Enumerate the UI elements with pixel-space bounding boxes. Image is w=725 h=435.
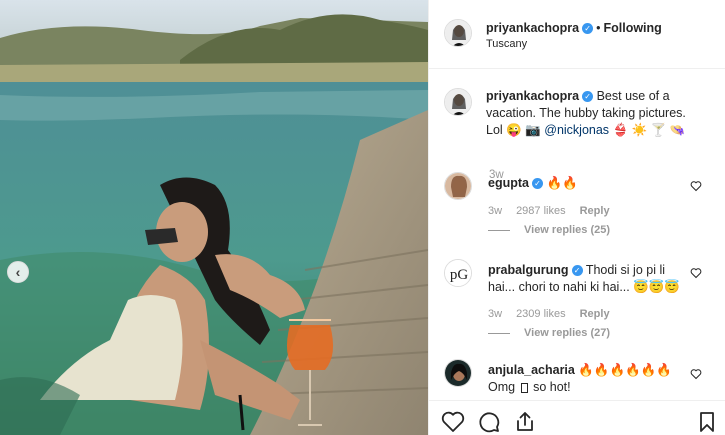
verified-badge-icon: ✓ <box>582 91 594 103</box>
commenter-username[interactable]: egupta <box>488 176 529 190</box>
comment-timestamp[interactable]: 3w <box>488 205 502 217</box>
unsupported-glyph-box <box>520 382 528 393</box>
comment-meta: 3w 2987 likes Reply <box>488 205 624 217</box>
view-replies-button[interactable]: View replies (25) <box>488 224 610 236</box>
comment-likes[interactable]: 2309 likes <box>516 308 566 320</box>
caption-emojis: 👙 ☀️ 🍸 👒 <box>612 123 686 137</box>
verified-badge-icon: ✓ <box>571 265 583 277</box>
carousel-prev-button[interactable]: ‹ <box>7 261 29 283</box>
caption-mention-link[interactable]: @nickjonas <box>544 123 609 137</box>
comment-timestamp[interactable]: 3w <box>488 308 502 320</box>
verified-badge-icon: ✓ <box>531 178 543 190</box>
comment-like-heart-icon[interactable] <box>690 368 702 380</box>
comment-like-heart-icon[interactable] <box>690 180 702 192</box>
view-replies-line <box>488 332 510 334</box>
header-username-row: priyankachopra ✓ • Following <box>486 21 662 35</box>
post-actions-bar <box>429 400 725 435</box>
caption-username[interactable]: priyankachopra <box>486 89 579 103</box>
post-header: priyankachopra ✓ • Following Tuscany <box>429 0 725 69</box>
comments-section: priyankachopra ✓ Best use of a vacation. … <box>429 70 725 400</box>
heart-icon[interactable] <box>441 410 465 434</box>
comment-meta: 3w 2309 likes Reply <box>488 308 624 320</box>
commenter-avatar[interactable] <box>444 359 472 387</box>
author-avatar[interactable] <box>444 19 472 47</box>
pool-photo-illustration <box>0 0 428 435</box>
view-replies-label: View replies (27) <box>524 327 611 339</box>
comment-text: egupta ✓ 🔥🔥 <box>488 175 684 192</box>
commenter-username[interactable]: prabalgurung <box>488 263 569 277</box>
share-icon[interactable] <box>513 410 537 434</box>
following-button[interactable]: Following <box>603 21 661 35</box>
commenter-avatar[interactable]: pG <box>444 259 472 287</box>
comment-body: 🔥🔥 <box>546 176 578 190</box>
view-replies-button[interactable]: View replies (27) <box>488 327 610 339</box>
reply-button[interactable]: Reply <box>580 205 610 217</box>
comment-icon[interactable] <box>477 410 501 434</box>
comment-body: 🔥🔥🔥🔥🔥🔥 <box>578 363 672 377</box>
svg-text:pG: pG <box>450 267 469 283</box>
comment-likes[interactable]: 2987 likes <box>516 205 566 217</box>
post-location[interactable]: Tuscany <box>486 38 527 50</box>
post-photo[interactable]: ‹ <box>0 0 428 435</box>
comment-body-line2: Omg <box>488 380 516 394</box>
comment-text: anjula_acharia 🔥🔥🔥🔥🔥🔥 Omg so hot! <box>488 362 684 396</box>
comment-text: prabalgurung ✓ Thodi si jo pi li hai... c… <box>488 262 684 296</box>
chevron-left-icon: ‹ <box>15 264 21 280</box>
author-avatar-caption[interactable] <box>444 88 472 116</box>
verified-badge-icon: ✓ <box>582 23 594 35</box>
commenter-username[interactable]: anjula_acharia <box>488 363 575 377</box>
author-username[interactable]: priyankachopra <box>486 21 579 35</box>
view-replies-label: View replies (25) <box>524 224 611 236</box>
comment-like-heart-icon[interactable] <box>690 267 702 279</box>
commenter-avatar[interactable] <box>444 172 472 200</box>
view-replies-line <box>488 229 510 231</box>
bookmark-icon[interactable] <box>695 410 719 434</box>
caption-text: priyankachopra ✓ Best use of a vacation. … <box>486 88 706 139</box>
comment-body-line2-tail: so hot! <box>533 380 571 394</box>
post-side-panel: priyankachopra ✓ • Following Tuscany priyan… <box>428 0 725 435</box>
reply-button[interactable]: Reply <box>580 308 610 320</box>
separator-dot: • <box>596 21 601 35</box>
